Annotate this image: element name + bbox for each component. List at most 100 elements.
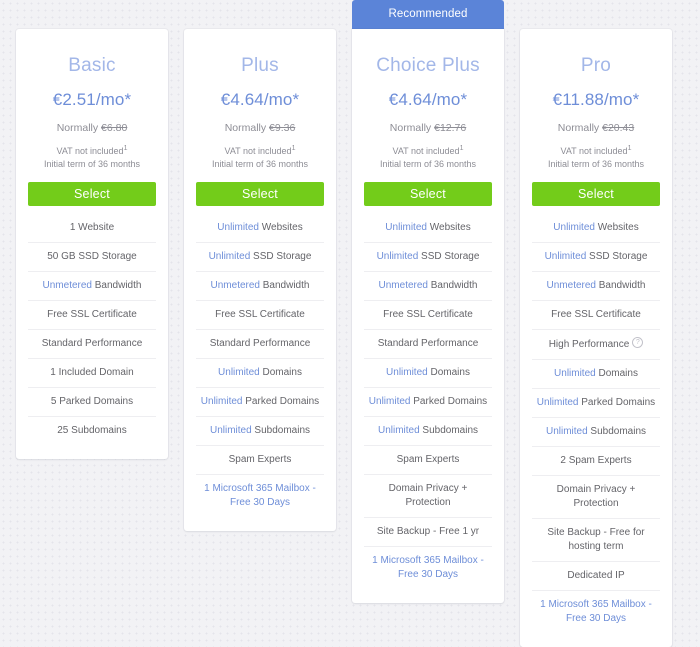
plan-column-pro: Pro €11.88/mo* Normally €20.43 VAT not incl… [512,0,680,647]
vat-line: VAT not included [392,146,460,156]
feature-text: Domains [595,368,638,380]
feature-item: 1 Included Domain [28,359,156,389]
feature-highlight: Unlimited [208,251,251,263]
feature-item: Spam Experts [196,446,324,476]
feature-highlight: Unlimited [200,396,243,408]
feature-item: Unlimited SSD Storage [364,243,492,273]
feature-text: Spam Experts [396,454,460,466]
feature-item: Standard Performance [28,330,156,360]
feature-highlight: Unlimited [217,222,259,234]
normally-label: Normally [389,122,435,134]
feature-item: Free SSL Certificate [28,301,156,331]
feature-item: Site Backup - Free 1 yr [364,518,492,548]
feature-text: 5 Parked Domains [50,396,134,408]
normally-amount: €9.36 [269,122,296,134]
feature-text: 25 Subdomains [57,425,127,437]
normally-label: Normally [56,122,102,134]
plan-price: €4.64/mo* [388,90,468,109]
feature-text: Parked Domains [242,396,320,408]
feature-text: 1 Microsoft 365 Mailbox - Free 30 Days [372,555,484,581]
normally-label: Normally [557,122,603,134]
feature-list: Unlimited Websites Unlimited SSD Storage U… [364,214,492,589]
feature-highlight: Unlimited [545,426,588,438]
feature-item: Unlimited Subdomains [196,417,324,447]
feature-text: Standard Performance [209,338,311,350]
feature-item: Unlimited Websites [196,214,324,244]
feature-item: Domain Privacy + Protection [532,476,660,520]
plan-column-plus: Plus €4.64/mo* Normally €9.36 VAT not inclu… [176,0,344,532]
select-button-basic[interactable]: Select [28,182,156,207]
vat-footnote-marker: 1 [627,145,632,152]
feature-text: 1 Microsoft 365 Mailbox - Free 30 Days [204,483,316,509]
vat-footnote-marker: 1 [291,145,296,152]
feature-item: Free SSL Certificate [196,301,324,331]
feature-highlight: Unlimited [368,396,411,408]
feature-item: Unlimited Domains [364,359,492,389]
feature-text: Standard Performance [41,338,143,350]
feature-item: Free SSL Certificate [532,301,660,331]
feature-highlight: Unlimited [377,425,420,437]
feature-item: Unmetered Bandwidth [28,272,156,302]
plan-price: €11.88/mo* [552,90,640,109]
plan-column-choice-plus: Recommended Choice Plus €4.64/mo* Normally … [344,0,512,604]
badge-spacer [16,0,168,29]
feature-text: 1 Microsoft 365 Mailbox - Free 30 Days [540,599,652,625]
select-button-pro[interactable]: Select [532,182,660,207]
feature-item: Unlimited Parked Domains [196,388,324,418]
feature-item: 1 Website [28,214,156,244]
feature-text: Free SSL Certificate [215,309,305,321]
feature-text: Free SSL Certificate [47,309,137,321]
feature-item: Unmetered Bandwidth [364,272,492,302]
feature-text: Domain Privacy + Protection [388,483,468,509]
feature-item[interactable]: 1 Microsoft 365 Mailbox - Free 30 Days [532,591,660,633]
feature-item[interactable]: 1 Microsoft 365 Mailbox - Free 30 Days [196,475,324,517]
feature-list: Unlimited Websites Unlimited SSD Storage U… [532,214,660,633]
feature-text: Free SSL Certificate [383,309,473,321]
feature-highlight: Unlimited [385,222,427,234]
feature-text: 2 Spam Experts [560,455,632,467]
feature-item: Standard Performance [364,330,492,360]
feature-item: 2 Spam Experts [532,447,660,477]
feature-highlight: Unlimited [386,367,428,379]
feature-item: Unlimited Subdomains [364,417,492,447]
feature-item: Unlimited Parked Domains [532,389,660,419]
feature-highlight: Unmetered [42,280,92,292]
feature-text: Bandwidth [91,280,142,292]
feature-text: Spam Experts [228,454,292,466]
pricing-plans-grid: Basic €2.51/mo* Normally €6.80 VAT not incl… [0,0,700,647]
plan-card-pro: Pro €11.88/mo* Normally €20.43 VAT not incl… [520,29,672,647]
feature-text: Domains [427,367,470,379]
feature-item: Unlimited Parked Domains [364,388,492,418]
plan-vat-note: VAT not included1 Initial term of 36 mont… [532,134,660,171]
feature-text: SSD Storage [418,251,480,263]
initial-term-line: Initial term of 36 months [43,159,141,170]
feature-text: 1 Website [69,222,115,234]
feature-item[interactable]: 1 Microsoft 365 Mailbox - Free 30 Days [364,547,492,589]
vat-footnote-marker: 1 [123,145,128,152]
feature-item: Unlimited SSD Storage [196,243,324,273]
plan-card-choice-plus: Choice Plus €4.64/mo* Normally €12.76 VAT n… [352,29,504,604]
feature-item: Standard Performance [196,330,324,360]
feature-highlight: Unlimited [553,222,595,234]
initial-term-line: Initial term of 36 months [211,159,309,170]
feature-text: Site Backup - Free 1 yr [376,526,480,538]
plan-name: Plus [241,55,279,76]
select-button-choice-plus[interactable]: Select [364,182,492,207]
select-button-plus[interactable]: Select [196,182,324,207]
feature-item: Unmetered Bandwidth [196,272,324,302]
feature-text: SSD Storage [586,251,648,263]
plan-card-basic: Basic €2.51/mo* Normally €6.80 VAT not incl… [16,29,168,460]
feature-highlight: Unlimited [209,425,252,437]
plan-card-plus: Plus €4.64/mo* Normally €9.36 VAT not inclu… [184,29,336,532]
feature-text: Free SSL Certificate [551,309,641,321]
feature-item: High Performance [532,330,660,361]
normally-amount: €12.76 [434,122,467,134]
plan-vat-note: VAT not included1 Initial term of 36 mont… [364,134,492,171]
initial-term-line: Initial term of 36 months [379,159,477,170]
initial-term-line: Initial term of 36 months [547,159,645,170]
info-icon[interactable] [632,337,644,349]
feature-item: Unlimited Subdomains [532,418,660,448]
feature-item: 25 Subdomains [28,417,156,445]
feature-list: Unlimited Websites Unlimited SSD Storage U… [196,214,324,517]
feature-highlight: Unlimited [218,367,260,379]
